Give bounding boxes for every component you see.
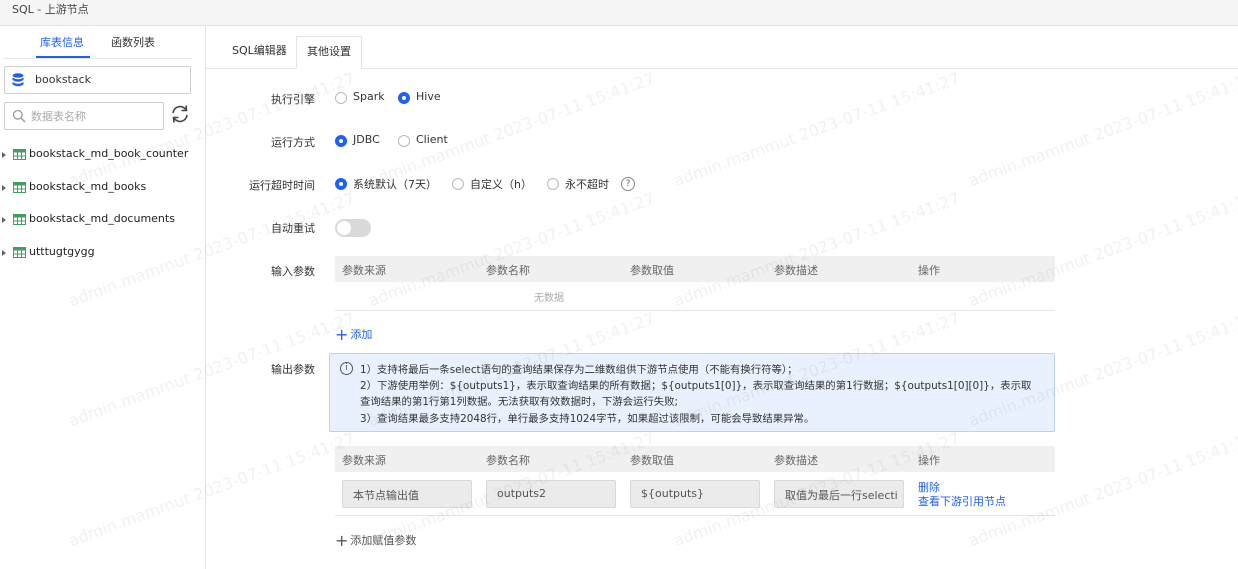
window-titlebar: SQL - 上游节点 (0, 0, 1238, 26)
param-name-field[interactable]: outputs2 (486, 480, 616, 508)
expand-caret-icon[interactable] (2, 250, 6, 256)
expand-caret-icon[interactable] (2, 217, 6, 223)
main-tabbar: SQL编辑器 其他设置 (206, 26, 1238, 69)
database-select[interactable]: bookstack (4, 66, 191, 94)
expand-caret-icon[interactable] (2, 152, 6, 158)
radio-circle[interactable] (547, 178, 559, 190)
sidebar-tab-functions[interactable]: 函数列表 (111, 34, 155, 50)
tab-sql-editor[interactable]: SQL编辑器 (222, 36, 297, 69)
run-mode-label: 运行方式 (271, 136, 315, 149)
notice-line: 3）查询结果最多支持2048行，单行最多支持1024字节，如果超过该限制，可能会… (360, 413, 815, 425)
output-params-notice: i 1）支持将最后一条select语句的查询结果保存为二维数组供下游节点使用（不… (329, 353, 1055, 432)
toggle-knob (337, 221, 351, 235)
table-name: utttugtgygg (29, 245, 95, 258)
window-title: SQL - 上游节点 (12, 3, 89, 16)
param-source-field[interactable]: 本节点输出值 (342, 480, 472, 508)
database-icon (12, 73, 24, 87)
radio-label: 永不超时 (565, 178, 609, 191)
radio-circle[interactable] (335, 92, 347, 104)
view-downstream-link[interactable]: 查看下游引用节点 (918, 493, 1006, 509)
add-assign-param-label: 添加赋值参数 (350, 534, 417, 547)
auto-retry-toggle[interactable] (335, 219, 371, 237)
add-assign-param-button[interactable]: + 添加赋值参数 (335, 531, 417, 550)
table-name: bookstack_md_documents (29, 212, 175, 225)
search-icon (12, 109, 26, 123)
input-params-label: 输入参数 (271, 265, 315, 278)
empty-state: 无数据 (335, 282, 1055, 311)
plus-icon: + (335, 325, 349, 344)
watermark: admin.mammut 2023-07-11 15:41:27 (365, 68, 658, 191)
expand-caret-icon[interactable] (2, 185, 6, 191)
column-header: 参数描述 (774, 454, 818, 467)
column-header: 操作 (918, 454, 940, 467)
table-tree-item[interactable]: utttugtgygg (0, 245, 200, 263)
info-icon: i (340, 362, 353, 375)
column-header: 参数来源 (342, 454, 386, 467)
table-search-box[interactable] (4, 102, 164, 130)
column-header: 参数描述 (774, 264, 818, 277)
add-input-param-label: 添加 (350, 328, 373, 341)
refresh-icon[interactable] (169, 103, 191, 125)
notice-line: 2）下游使用举例：${outputs1}，表示取查询结果的所有数据；${outp… (360, 380, 1032, 392)
help-icon[interactable]: ? (621, 177, 635, 191)
radio-label: JDBC (353, 133, 380, 146)
column-header: 参数名称 (486, 454, 530, 467)
column-header: 操作 (918, 264, 940, 277)
sidebar-tab-tables[interactable]: 库表信息 (40, 34, 84, 50)
radio-label: 系统默认（7天） (353, 178, 437, 191)
column-header: 参数取值 (630, 454, 674, 467)
radio-circle[interactable] (335, 135, 347, 147)
radio-circle[interactable] (335, 178, 347, 190)
table-name: bookstack_md_book_counter (29, 147, 189, 160)
table-header: 参数来源 参数名称 参数取值 参数描述 操作 (335, 256, 1055, 282)
table-tree-item[interactable]: bookstack_md_book_counter (0, 147, 200, 165)
notice-line: 查询结果的第1行第1列数据。无法获取有效数据时，下游会运行失败; (360, 396, 679, 408)
table-icon (13, 247, 26, 258)
table-icon (13, 214, 26, 225)
tab-other-settings[interactable]: 其他设置 (296, 36, 362, 69)
engine-label: 执行引擎 (271, 93, 315, 106)
database-select-value: bookstack (35, 73, 92, 86)
input-params-table: 参数来源 参数名称 参数取值 参数描述 操作 无数据 (335, 256, 1055, 312)
watermark: admin.mammut 2023-07-11 15:41:27 (965, 68, 1238, 191)
add-input-param-button[interactable]: + 添加 (335, 325, 373, 344)
empty-state-text: 无数据 (534, 293, 564, 304)
param-description-field[interactable]: 取值为最后一行selecti (774, 480, 904, 508)
radio-circle[interactable] (398, 135, 410, 147)
table-icon (13, 149, 26, 160)
column-header: 参数来源 (342, 264, 386, 277)
radio-label: Client (416, 133, 448, 146)
param-value-field[interactable]: ${outputs} (630, 480, 760, 508)
radio-label: Hive (416, 90, 441, 103)
table-tree-item[interactable]: bookstack_md_books (0, 180, 200, 198)
watermark: admin.mammut 2023-07-11 15:41:27 (670, 68, 963, 191)
table-row: 本节点输出值 outputs2 ${outputs} 取值为最后一行select… (335, 472, 1055, 516)
auto-retry-label: 自动重试 (271, 222, 315, 235)
column-header: 参数取值 (630, 264, 674, 277)
output-params-label: 输出参数 (271, 363, 315, 376)
table-header: 参数来源 参数名称 参数取值 参数描述 操作 (335, 446, 1055, 472)
sidebar: 库表信息 函数列表 bookstack bookstack_ (0, 26, 206, 569)
radio-label: Spark (353, 90, 385, 103)
sidebar-tab-divider (4, 58, 192, 59)
plus-icon: + (335, 531, 349, 550)
radio-circle[interactable] (452, 178, 464, 190)
table-name: bookstack_md_books (29, 180, 147, 193)
notice-line: 1）支持将最后一条select语句的查询结果保存为二维数组供下游节点使用（不能有… (360, 364, 798, 376)
table-tree-item[interactable]: bookstack_md_documents (0, 212, 200, 230)
column-header: 参数名称 (486, 264, 530, 277)
radio-circle[interactable] (398, 92, 410, 104)
output-params-table: 参数来源 参数名称 参数取值 参数描述 操作 (335, 446, 1055, 472)
radio-label: 自定义（h） (470, 178, 532, 191)
table-search-input[interactable] (31, 107, 159, 125)
timeout-label: 运行超时时间 (249, 179, 315, 192)
table-icon (13, 182, 26, 193)
